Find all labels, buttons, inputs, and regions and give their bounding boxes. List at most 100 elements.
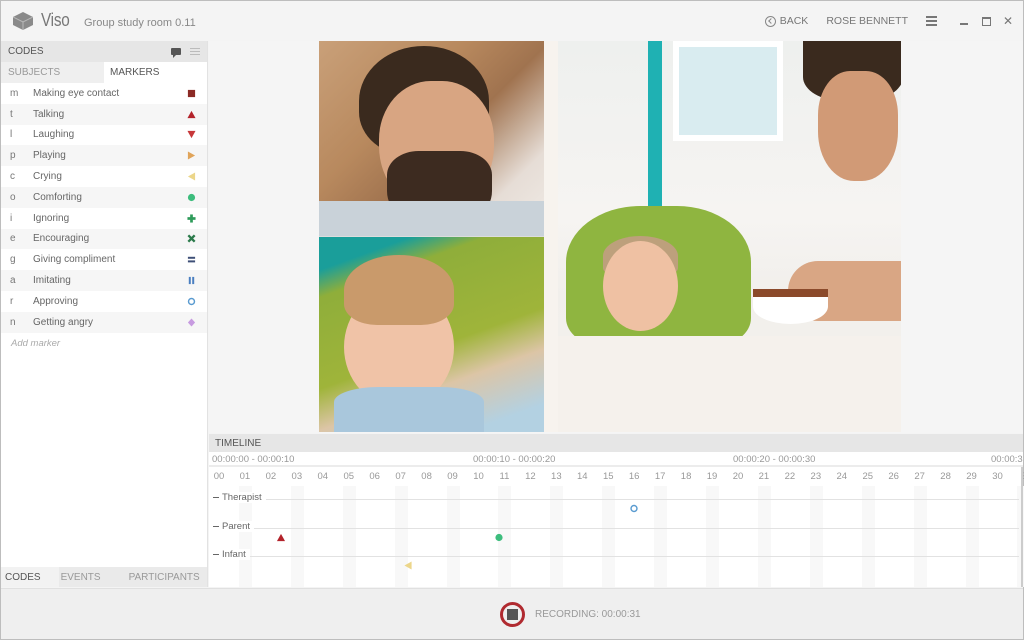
tab-codes[interactable]: CODES <box>1 567 59 587</box>
equals-icon <box>181 255 201 264</box>
timeline-tick: 05 <box>343 471 355 482</box>
marker-label: Comforting <box>33 191 82 203</box>
marker-list: m Making eye contact t Talking l Laughing p Pla… <box>1 83 207 333</box>
timeline-tick: 23 <box>810 471 822 482</box>
timeline-column-stripe <box>602 486 616 587</box>
marker-label: Crying <box>33 171 62 183</box>
marker-shortcut-key: m <box>10 87 19 99</box>
marker-item[interactable]: e Encouraging <box>1 228 207 250</box>
timeline-column-stripe <box>654 486 668 587</box>
plus-icon <box>181 214 201 223</box>
video-feed[interactable] <box>319 41 901 432</box>
timeline-scrollbar[interactable] <box>1021 467 1023 587</box>
timeline-tick: 16 <box>628 471 640 482</box>
marker-label: Playing <box>33 150 66 162</box>
marker-item[interactable]: o Comforting <box>1 186 207 208</box>
timeline-range-label: 00:00:3 <box>991 454 1023 465</box>
timeline-tick: 00 <box>213 471 225 482</box>
timeline-column-stripe <box>342 486 356 587</box>
recording-bar: RECORDING: 00:00:31 <box>1 588 1023 639</box>
timeline-row-label[interactable]: Parent <box>213 521 254 532</box>
camera-feed-infant <box>319 237 544 432</box>
tab-participants[interactable]: PARTICIPANTS <box>125 567 210 587</box>
title-bar: Viso Group study room 0.11 BACK ROSE BEN… <box>1 1 1023 41</box>
timeline-row-label[interactable]: Infant <box>213 549 250 560</box>
timeline-title: TIMELINE <box>209 434 1023 452</box>
timeline-tick: 09 <box>447 471 458 482</box>
marker-shortcut-key: e <box>10 233 16 245</box>
triangle-right-icon <box>181 151 201 160</box>
timeline-tracks[interactable]: Therapist Parent Infant <box>209 486 1024 587</box>
marker-shortcut-key: l <box>10 129 13 141</box>
timeline-tick: 26 <box>888 471 899 482</box>
marker-label: Talking <box>33 108 65 120</box>
timeline-column-stripe <box>861 486 875 587</box>
marker-label: Making eye contact <box>33 87 120 99</box>
timeline-tick: 10 <box>473 471 484 482</box>
timeline-tick: 21 <box>758 471 770 482</box>
timeline-tick: 19 <box>706 471 718 482</box>
marker-item[interactable]: g Giving compliment <box>1 249 207 270</box>
marker-item[interactable]: l Laughing <box>1 125 207 146</box>
codes-title: CODES <box>8 46 44 57</box>
timeline-tick: 28 <box>940 471 951 482</box>
ring-icon <box>181 297 201 306</box>
marker-item[interactable]: p Playing <box>1 145 207 167</box>
marker-shortcut-key: c <box>10 171 15 183</box>
timeline-event-triangle-left-icon[interactable] <box>404 557 413 575</box>
timeline-event-triangle-up-icon[interactable] <box>277 529 286 547</box>
sidebar-bottom-tabs: CODES EVENTS PARTICIPANTS <box>1 567 207 587</box>
tab-subjects[interactable]: SUBJECTS <box>1 62 104 83</box>
list-icon[interactable] <box>190 46 200 57</box>
subtabs: SUBJECTS MARKERS <box>1 62 207 83</box>
timeline-tick: 18 <box>680 471 692 482</box>
stop-recording-button[interactable] <box>500 602 525 627</box>
timeline-tick: 17 <box>654 471 666 482</box>
timeline-tick: 27 <box>914 471 925 482</box>
codes-header: CODES <box>1 41 207 62</box>
marker-item[interactable]: i Ignoring <box>1 208 207 229</box>
hamburger-menu-icon[interactable] <box>926 14 937 29</box>
diamond-icon <box>181 318 201 327</box>
marker-shortcut-key: i <box>10 212 13 224</box>
marker-item[interactable]: m Making eye contact <box>1 83 207 104</box>
timeline-column-stripe <box>809 486 823 587</box>
comment-icon[interactable] <box>171 48 181 58</box>
video-area <box>209 41 1023 433</box>
timeline-row-line <box>213 556 1019 557</box>
marker-item[interactable]: r Approving <box>1 291 207 312</box>
timeline-event-circle-icon[interactable] <box>495 529 504 547</box>
timeline-column-stripe <box>913 486 927 587</box>
collapse-dash-icon <box>213 496 219 499</box>
timeline-column-stripe <box>706 486 720 587</box>
marker-item[interactable]: c Crying <box>1 166 207 187</box>
timeline-event-ring-icon[interactable] <box>630 500 639 518</box>
tab-events[interactable]: EVENTS <box>59 567 125 587</box>
back-label: BACK <box>779 15 809 27</box>
row-name: Parent <box>222 521 250 532</box>
timeline-row-line <box>213 528 1019 529</box>
marker-item[interactable]: t Talking <box>1 103 207 125</box>
marker-label: Ignoring <box>33 212 70 224</box>
marker-item[interactable]: a Imitating <box>1 270 207 291</box>
viso-logo-icon <box>13 12 33 30</box>
close-button[interactable]: ✕ <box>997 11 1019 31</box>
timeline-row-label[interactable]: Therapist <box>213 492 266 503</box>
add-marker-button[interactable]: Add marker <box>1 333 207 355</box>
maximize-button[interactable] <box>975 11 997 31</box>
timeline-column-stripe <box>965 486 979 587</box>
marker-label: Approving <box>33 295 79 307</box>
tab-markers[interactable]: MARKERS <box>104 62 207 83</box>
timeline-tick: 30 <box>992 471 1003 482</box>
back-button[interactable]: BACK <box>764 15 809 27</box>
marker-shortcut-key: o <box>10 191 16 203</box>
timeline-tick: 04 <box>317 471 329 482</box>
marker-item[interactable]: n Getting angry <box>1 311 207 333</box>
minimize-button[interactable] <box>953 11 975 31</box>
marker-label: Giving compliment <box>33 254 116 266</box>
user-name-button[interactable]: ROSE BENNETT <box>826 15 908 27</box>
marker-shortcut-key: a <box>10 275 16 287</box>
marker-shortcut-key: g <box>10 254 16 266</box>
timeline-tick: 29 <box>966 471 977 482</box>
timeline-column-stripe <box>290 486 304 587</box>
